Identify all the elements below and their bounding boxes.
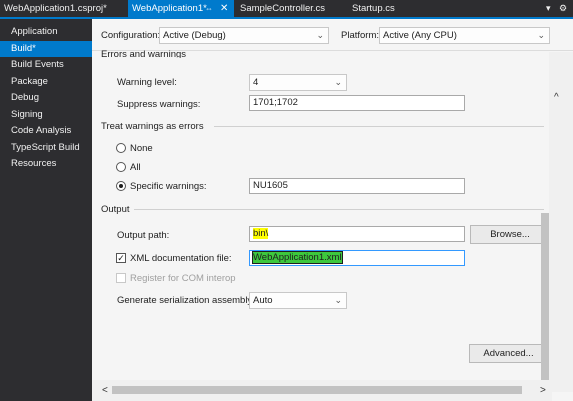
platform-select[interactable]: Active (Any CPU) ⌄: [379, 27, 550, 44]
section-divider: [214, 126, 544, 127]
serialization-select[interactable]: Auto ⌄: [249, 292, 347, 309]
suppress-warnings-value: 1701;1702: [253, 97, 298, 108]
chevron-down-icon: ⌄: [316, 30, 324, 40]
pin-icon[interactable]: ⇔: [205, 0, 213, 17]
warning-level-value: 4: [253, 77, 259, 88]
project-properties-sidebar: Application Build* Build Events Package …: [0, 19, 92, 401]
settings-scroll-area: Errors and warnings Warning level: 4 ⌄ S…: [92, 49, 552, 392]
all-radio-label: All: [130, 162, 141, 173]
xml-doc-label: XML documentation file:: [130, 253, 232, 264]
sidebar-item-code-analysis[interactable]: Code Analysis: [0, 123, 92, 140]
all-radio[interactable]: [116, 162, 126, 172]
specific-warnings-radio[interactable]: [116, 181, 126, 191]
scroll-right-icon[interactable]: >: [540, 385, 546, 396]
configuration-select[interactable]: Active (Debug) ⌄: [159, 27, 329, 44]
serialization-label: Generate serialization assembly:: [117, 295, 255, 306]
chevron-down-icon: ⌄: [334, 77, 342, 87]
sidebar-item-package[interactable]: Package: [0, 74, 92, 91]
document-tab-bar: WebApplication1.csproj* WebApplication1*…: [0, 0, 573, 19]
specific-warnings-value: NU1605: [253, 180, 288, 191]
none-radio-label: None: [130, 143, 153, 154]
tab-label: WebApplication1.csproj*: [4, 3, 107, 14]
browse-button[interactable]: Browse...: [470, 225, 550, 244]
warning-level-label: Warning level:: [117, 77, 177, 88]
specific-warnings-input[interactable]: NU1605: [249, 178, 465, 194]
tab-label: SampleController.cs: [240, 3, 326, 14]
sidebar-item-signing[interactable]: Signing: [0, 107, 92, 124]
sidebar-item-typescript-build[interactable]: TypeScript Build: [0, 140, 92, 157]
platform-value: Active (Any CPU): [383, 30, 457, 41]
none-radio[interactable]: [116, 143, 126, 153]
com-interop-label: Register for COM interop: [130, 273, 236, 284]
tab-startup[interactable]: Startup.cs: [348, 0, 428, 17]
chevron-down-icon: ⌄: [334, 295, 342, 305]
errors-section-header: Errors and warnings: [101, 49, 301, 58]
scroll-up-icon[interactable]: ^: [554, 92, 559, 103]
chevron-down-icon: ⌄: [537, 30, 545, 40]
specific-warnings-label: Specific warnings:: [130, 181, 207, 192]
sidebar-item-build[interactable]: Build*: [0, 40, 92, 57]
close-icon[interactable]: ✕: [220, 0, 228, 17]
tab-samplecontroller[interactable]: SampleController.cs: [236, 0, 348, 17]
horizontal-scrollbar[interactable]: < >: [92, 380, 552, 401]
xml-doc-input[interactable]: WebApplication1.xml: [249, 250, 465, 266]
configuration-bar: Configuration: Active (Debug) ⌄ Platform…: [92, 19, 573, 51]
platform-label: Platform:: [341, 30, 380, 41]
suppress-warnings-label: Suppress warnings:: [117, 99, 201, 110]
sidebar-item-debug[interactable]: Debug: [0, 90, 92, 107]
errors-section-title: Errors and warnings: [101, 49, 187, 58]
scroll-left-icon[interactable]: <: [102, 385, 108, 396]
configuration-label: Configuration:: [101, 30, 161, 41]
serialization-value: Auto: [253, 295, 273, 306]
advanced-button[interactable]: Advanced...: [469, 344, 548, 363]
tab-webapplication1-active[interactable]: WebApplication1* ⇔ ✕: [128, 0, 234, 17]
output-path-label: Output path:: [117, 230, 170, 241]
section-divider: [134, 209, 544, 210]
horizontal-scroll-thumb[interactable]: [112, 386, 522, 394]
warning-level-select[interactable]: 4 ⌄: [249, 74, 347, 91]
sidebar-item-build-events[interactable]: Build Events: [0, 57, 92, 74]
configuration-value: Active (Debug): [163, 30, 226, 41]
build-properties-panel: Configuration: Active (Debug) ⌄ Platform…: [92, 19, 573, 401]
tab-label: WebApplication1*: [132, 3, 207, 14]
xml-doc-checkbox[interactable]: ✓: [116, 253, 126, 263]
vertical-scrollbar[interactable]: ^: [549, 52, 573, 392]
tab-project-file[interactable]: WebApplication1.csproj*: [0, 0, 128, 17]
output-path-input[interactable]: bin\: [249, 226, 465, 242]
sidebar-item-application[interactable]: Application: [0, 24, 92, 41]
sidebar-item-resources[interactable]: Resources: [0, 156, 92, 173]
com-interop-checkbox[interactable]: [116, 273, 126, 283]
tab-label: Startup.cs: [352, 3, 395, 14]
gear-icon[interactable]: ⚙: [559, 1, 567, 16]
output-section-title: Output: [101, 204, 130, 215]
output-path-value: bin\: [253, 228, 269, 239]
xml-doc-value: WebApplication1.xml: [252, 251, 343, 264]
suppress-warnings-input[interactable]: 1701;1702: [249, 95, 465, 111]
treat-warnings-section-title: Treat warnings as errors: [101, 121, 204, 132]
vertical-scroll-thumb[interactable]: [541, 213, 549, 391]
tab-dropdown-icon[interactable]: ▾: [546, 1, 551, 16]
